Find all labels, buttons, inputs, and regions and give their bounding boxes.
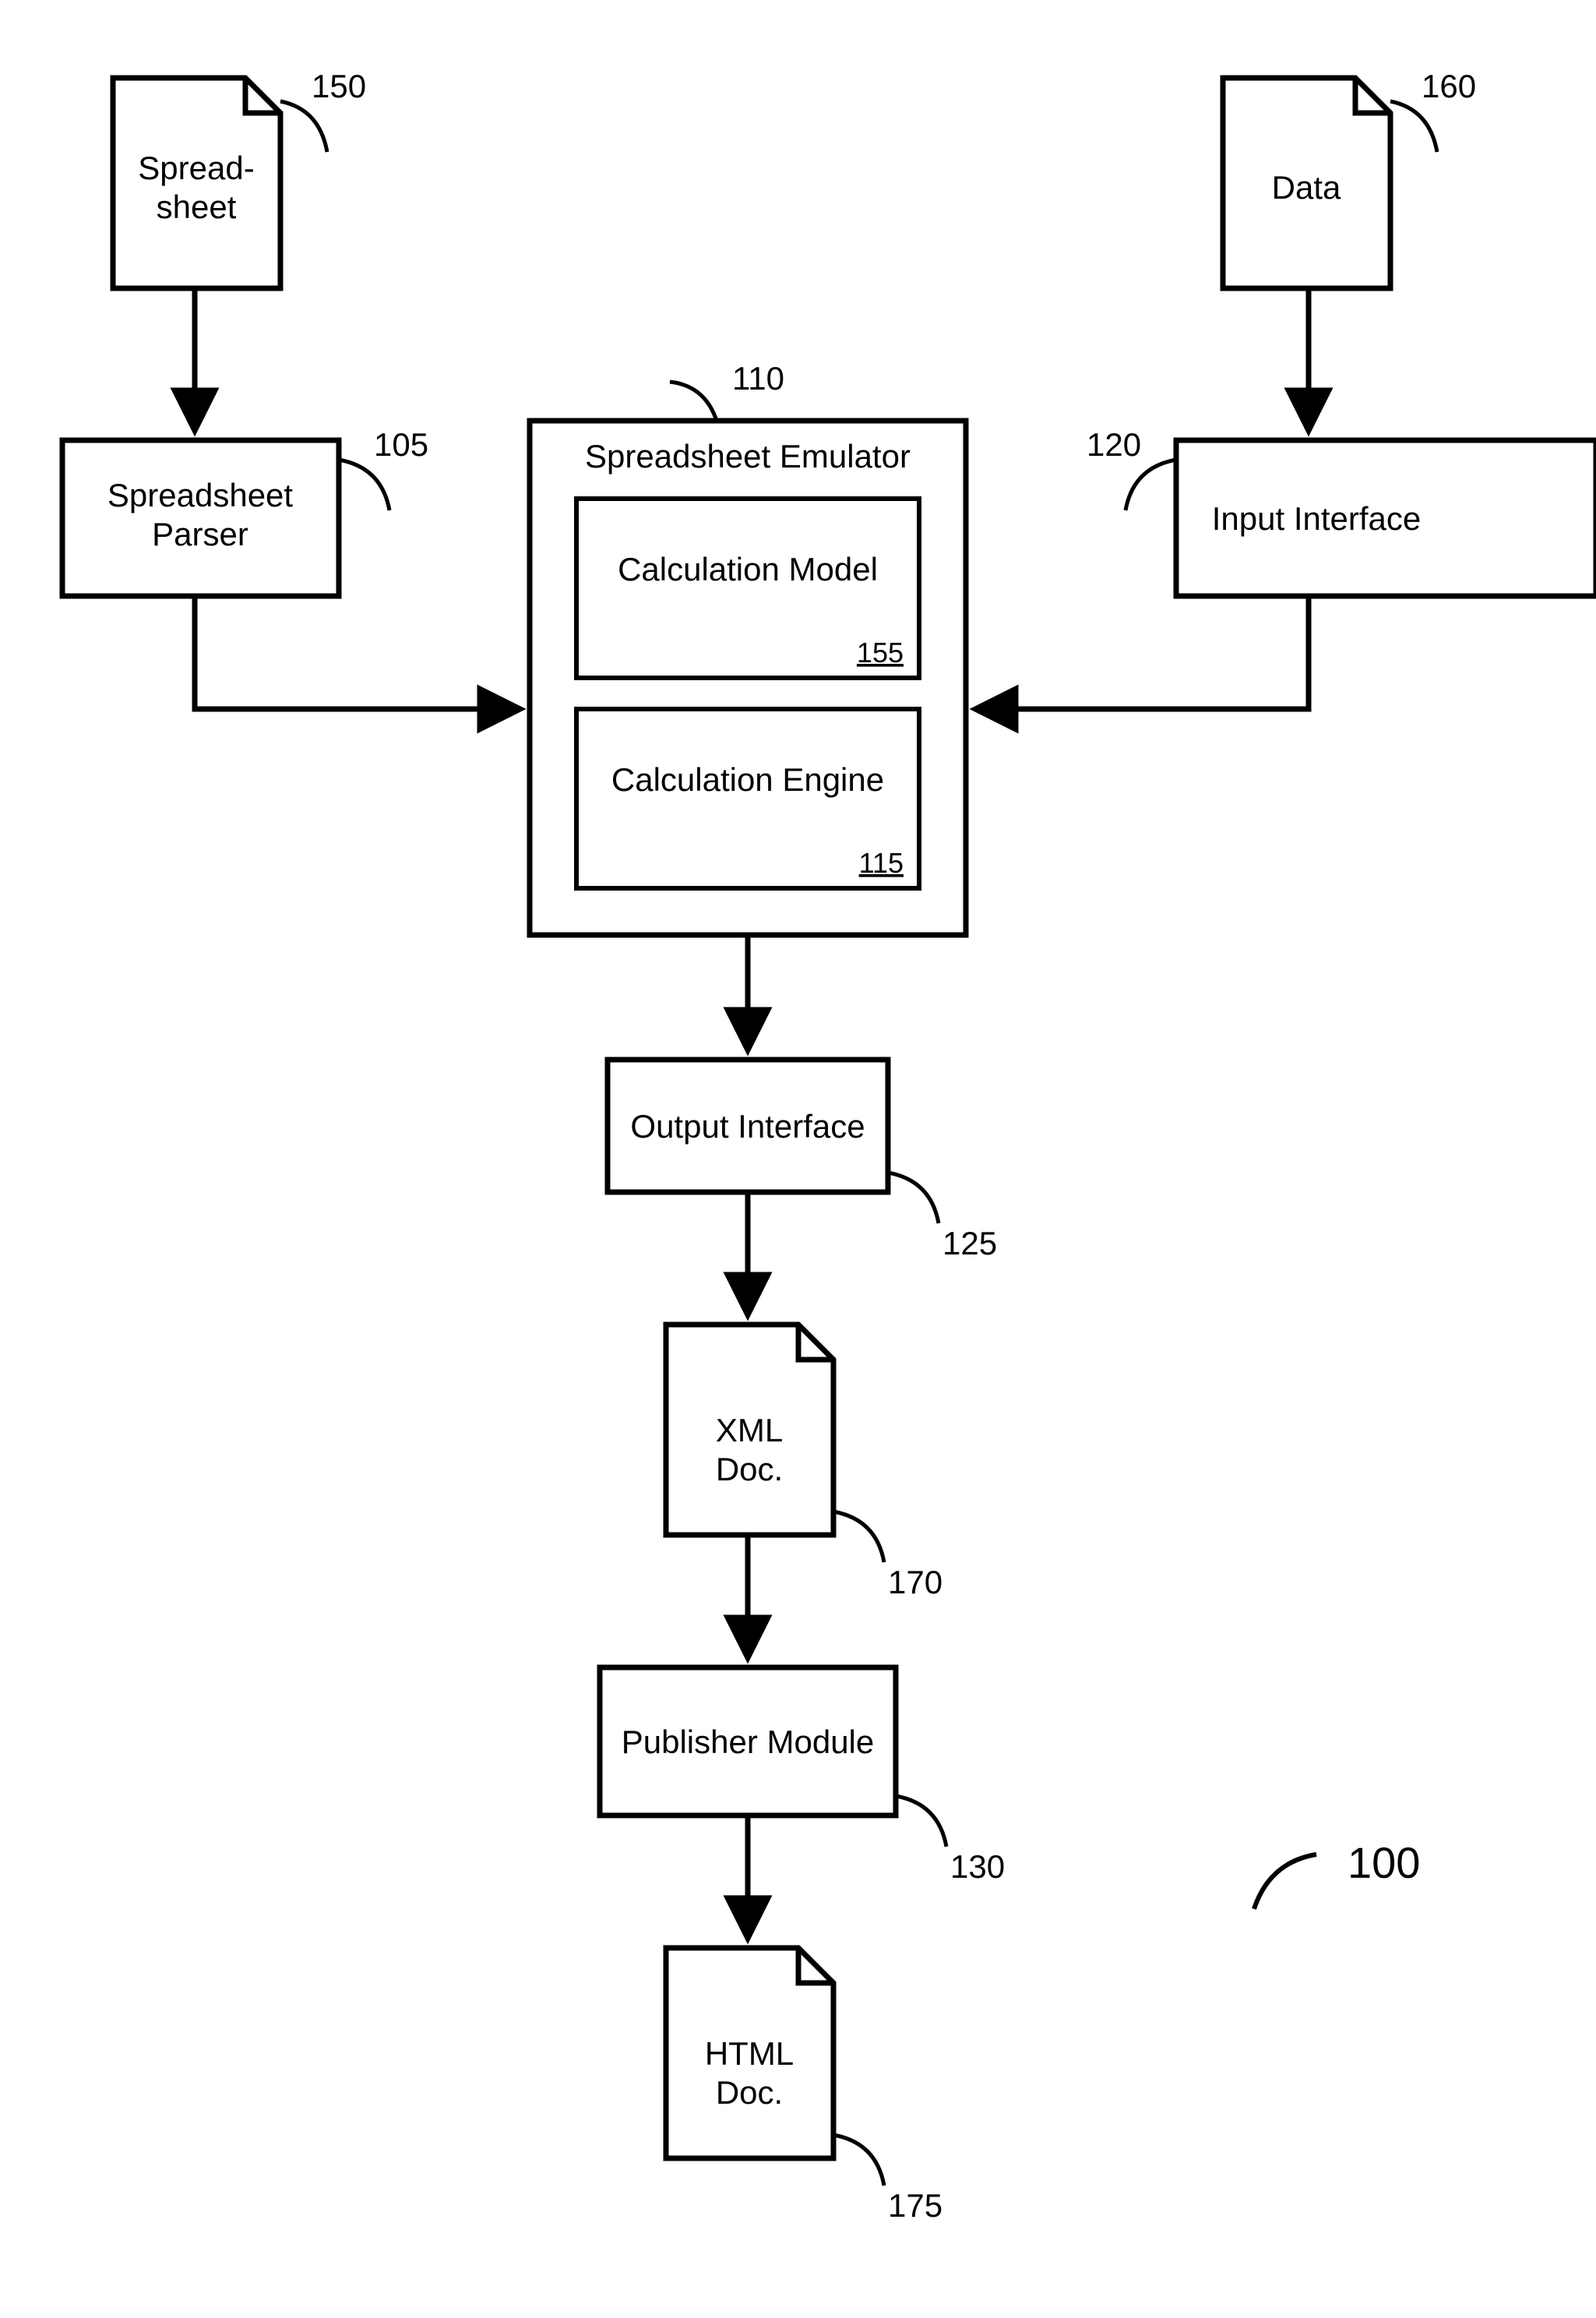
publisher-module-box: Publisher Module (600, 1667, 896, 1815)
spreadsheet-parser-box: Spreadsheet Parser (62, 440, 339, 596)
xml-doc-label2: Doc. (716, 1451, 783, 1487)
calc-engine-ref: 115 (859, 847, 904, 879)
input-interface-box: Input Interface (1176, 440, 1596, 596)
html-doc-ref: 175 (888, 2187, 942, 2224)
html-doc-label1: HTML (705, 2035, 794, 2072)
html-document: HTML Doc. (666, 1948, 833, 2158)
calc-engine-label: Calculation Engine (611, 761, 884, 798)
data-doc-label: Data (1272, 169, 1341, 206)
emulator-ref: 110 (732, 360, 784, 397)
publisher-ref: 130 (950, 1848, 1005, 1885)
system-ref: 100 (1348, 1838, 1420, 1887)
xml-document: XML Doc. (666, 1325, 833, 1535)
parser-ref: 105 (374, 426, 428, 463)
xml-doc-label1: XML (716, 1412, 783, 1448)
data-document: Data (1223, 78, 1390, 288)
calculation-model-box: Calculation Model 155 (576, 499, 919, 678)
emulator-title: Spreadsheet Emulator (585, 438, 911, 475)
output-interface-label: Output Interface (630, 1108, 865, 1145)
publisher-label: Publisher Module (622, 1724, 875, 1760)
spreadsheet-doc-label2: sheet (157, 189, 237, 225)
spreadsheet-document: Spread- sheet (113, 78, 280, 288)
input-interface-label: Input Interface (1212, 500, 1422, 537)
input-interface-ref: 120 (1087, 426, 1141, 463)
calc-model-label: Calculation Model (618, 551, 878, 587)
calculation-engine-box: Calculation Engine 115 (576, 709, 919, 888)
spreadsheet-doc-ref: 150 (312, 68, 366, 104)
system-diagram: Spread- sheet 150 Data 160 Spreadsheet P… (0, 0, 1596, 2318)
output-interface-box: Output Interface (608, 1060, 888, 1192)
data-doc-ref: 160 (1422, 68, 1476, 104)
calc-model-ref: 155 (857, 637, 904, 669)
spreadsheet-doc-label1: Spread- (138, 150, 254, 186)
html-doc-label2: Doc. (716, 2074, 783, 2111)
output-interface-ref: 125 (942, 1225, 997, 1261)
parser-label1: Spreadsheet (107, 477, 294, 513)
parser-label2: Parser (152, 516, 248, 552)
xml-doc-ref: 170 (888, 1564, 942, 1600)
